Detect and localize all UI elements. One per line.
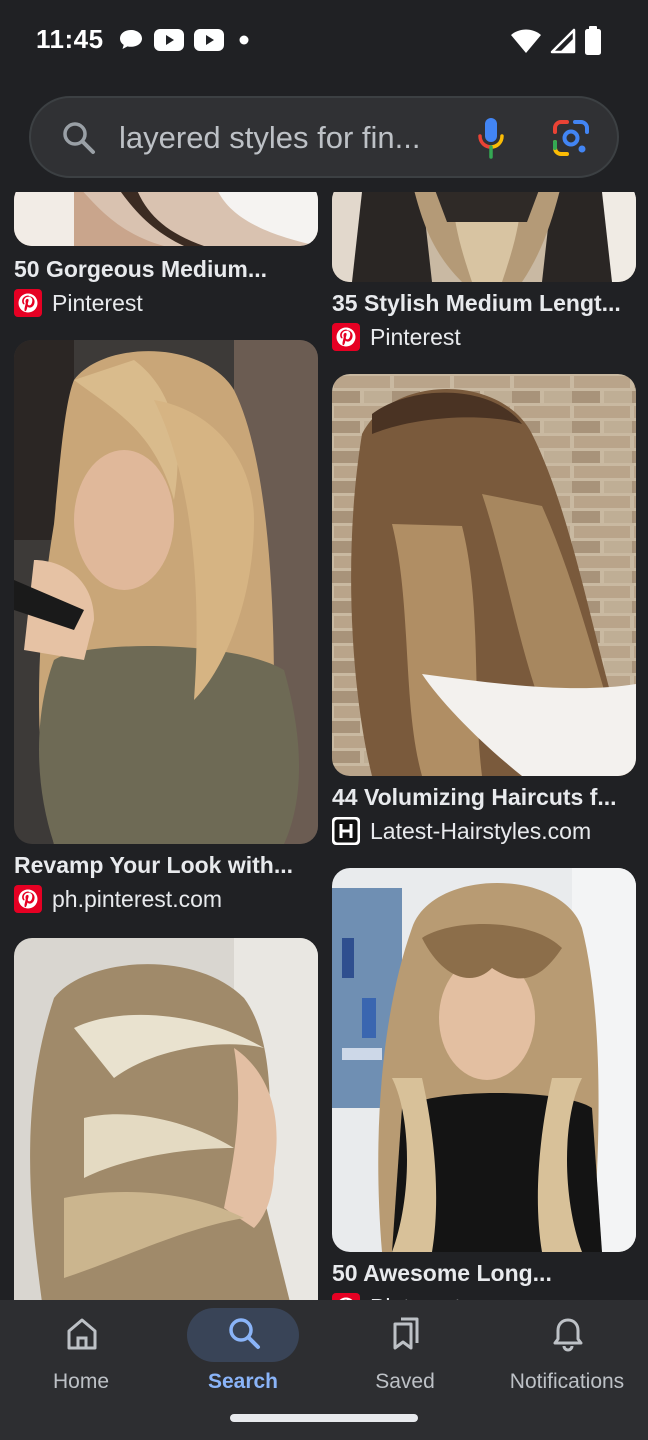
nav-saved[interactable]: Saved xyxy=(324,1300,486,1420)
home-icon xyxy=(67,1318,97,1350)
result-card[interactable]: 44 Volumizing Haircuts f... Latest-Hairs… xyxy=(332,374,636,854)
result-image[interactable] xyxy=(332,868,636,1252)
result-image[interactable] xyxy=(332,374,636,776)
search-icon xyxy=(229,1318,260,1349)
nav-saved-label: Saved xyxy=(375,1370,435,1393)
result-image[interactable] xyxy=(14,340,318,844)
result-card[interactable]: 50 Gorgeous Medium... Pinterest xyxy=(14,192,318,317)
result-source-label: Pinterest xyxy=(370,1292,461,1300)
pinterest-icon xyxy=(332,1293,360,1300)
saved-icon xyxy=(393,1317,419,1350)
nav-home-label: Home xyxy=(52,1370,110,1393)
chat-bubble-icon xyxy=(120,30,142,49)
result-source[interactable]: ph.pinterest.com xyxy=(14,884,222,914)
youtube-icon xyxy=(154,29,184,51)
result-source[interactable]: Latest-Hairstyles.com xyxy=(332,816,591,846)
result-card[interactable]: Revamp Your Look with... ph.pinterest.co… xyxy=(14,340,318,920)
result-source-label: Pinterest xyxy=(52,290,143,316)
result-source[interactable]: Pinterest xyxy=(332,322,461,352)
result-source[interactable]: Pinterest xyxy=(332,1292,461,1300)
result-title[interactable]: 35 Stylish Medium Lengt... xyxy=(332,288,632,318)
result-source[interactable]: Pinterest xyxy=(14,288,143,318)
result-source-label: Pinterest xyxy=(370,324,461,350)
result-card[interactable] xyxy=(14,938,318,1300)
notification-icons xyxy=(118,28,254,52)
result-title[interactable]: Revamp Your Look with... xyxy=(14,850,314,880)
search-icon[interactable] xyxy=(61,120,97,156)
nav-search-label: Search xyxy=(207,1370,279,1393)
result-title[interactable]: 44 Volumizing Haircuts f... xyxy=(332,782,632,812)
google-lens-icon[interactable] xyxy=(551,118,591,158)
image-results-grid: 50 Gorgeous Medium... Pinterest 35 Styli… xyxy=(0,192,648,1300)
pinterest-icon xyxy=(14,289,42,317)
microphone-icon[interactable] xyxy=(475,116,507,160)
result-title[interactable]: 50 Awesome Long... xyxy=(332,1258,632,1288)
nav-search[interactable]: Search xyxy=(162,1300,324,1420)
status-bar: 11:45 xyxy=(0,0,648,84)
status-time: 11:45 xyxy=(36,24,104,54)
youtube-icon xyxy=(194,29,224,51)
result-card[interactable]: 50 Awesome Long... Pinterest xyxy=(332,868,636,1300)
system-icons xyxy=(510,26,602,56)
pinterest-icon xyxy=(14,885,42,913)
search-bar[interactable]: layered styles for fin... xyxy=(29,96,619,178)
dot-icon xyxy=(239,35,249,45)
nav-notifications[interactable]: Notifications xyxy=(486,1300,648,1420)
home-indicator[interactable] xyxy=(230,1414,418,1422)
wifi-icon xyxy=(511,29,541,53)
result-image[interactable] xyxy=(14,192,318,246)
signal-icon xyxy=(550,28,576,54)
result-source-label: Latest-Hairstyles.com xyxy=(370,818,592,844)
result-image[interactable] xyxy=(332,192,636,282)
nav-home[interactable]: Home xyxy=(0,1300,162,1420)
nav-notifications-label: Notifications xyxy=(509,1370,625,1393)
result-source-label: ph.pinterest.com xyxy=(52,886,223,912)
result-title[interactable]: 50 Gorgeous Medium... xyxy=(14,254,314,284)
latest-hairstyles-icon xyxy=(332,817,360,845)
pinterest-icon xyxy=(332,323,360,351)
result-image[interactable] xyxy=(14,938,318,1300)
bell-icon xyxy=(553,1318,583,1352)
search-input[interactable]: layered styles for fin... xyxy=(119,118,449,158)
result-card[interactable]: 35 Stylish Medium Lengt... Pinterest xyxy=(332,192,636,352)
battery-icon xyxy=(585,26,601,55)
